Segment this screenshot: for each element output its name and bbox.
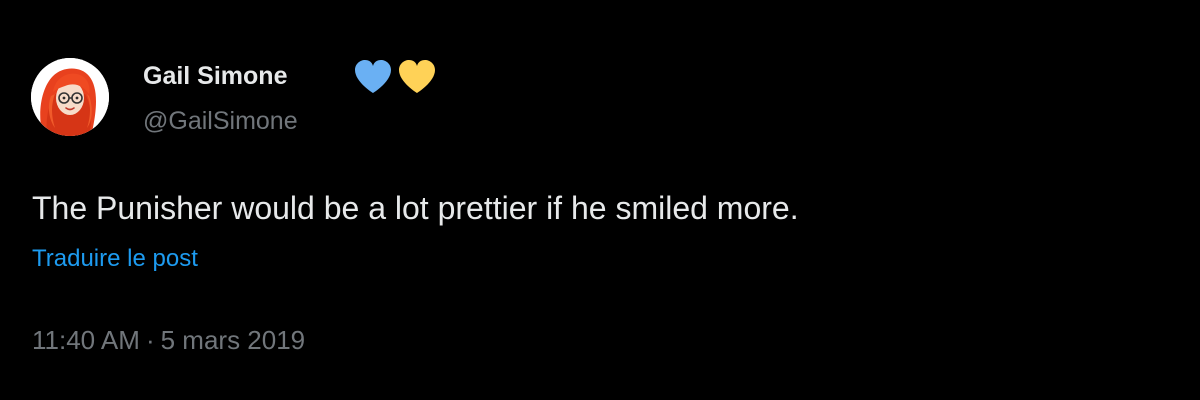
- tweet-text: The Punisher would be a lot prettier if …: [32, 190, 799, 226]
- avatar-portrait-icon: [31, 58, 109, 136]
- tweet-time: 11:40 AM: [32, 325, 140, 355]
- profile-badges: [352, 59, 438, 95]
- translate-post-link[interactable]: Traduire le post: [32, 242, 198, 276]
- author-name[interactable]: Gail Simone: [143, 58, 287, 94]
- timestamp-separator: ·: [145, 325, 155, 355]
- avatar[interactable]: [31, 58, 109, 136]
- blue-heart-icon: [352, 58, 394, 96]
- tweet-timestamp[interactable]: 11:40 AM · 5 mars 2019: [32, 321, 305, 359]
- tweet-card: Gail Simone @GailSimone The Punisher wou…: [0, 0, 1200, 400]
- tweet-date: 5 mars 2019: [160, 325, 306, 355]
- yellow-heart-icon: [396, 58, 438, 96]
- author-handle[interactable]: @GailSimone: [143, 104, 298, 138]
